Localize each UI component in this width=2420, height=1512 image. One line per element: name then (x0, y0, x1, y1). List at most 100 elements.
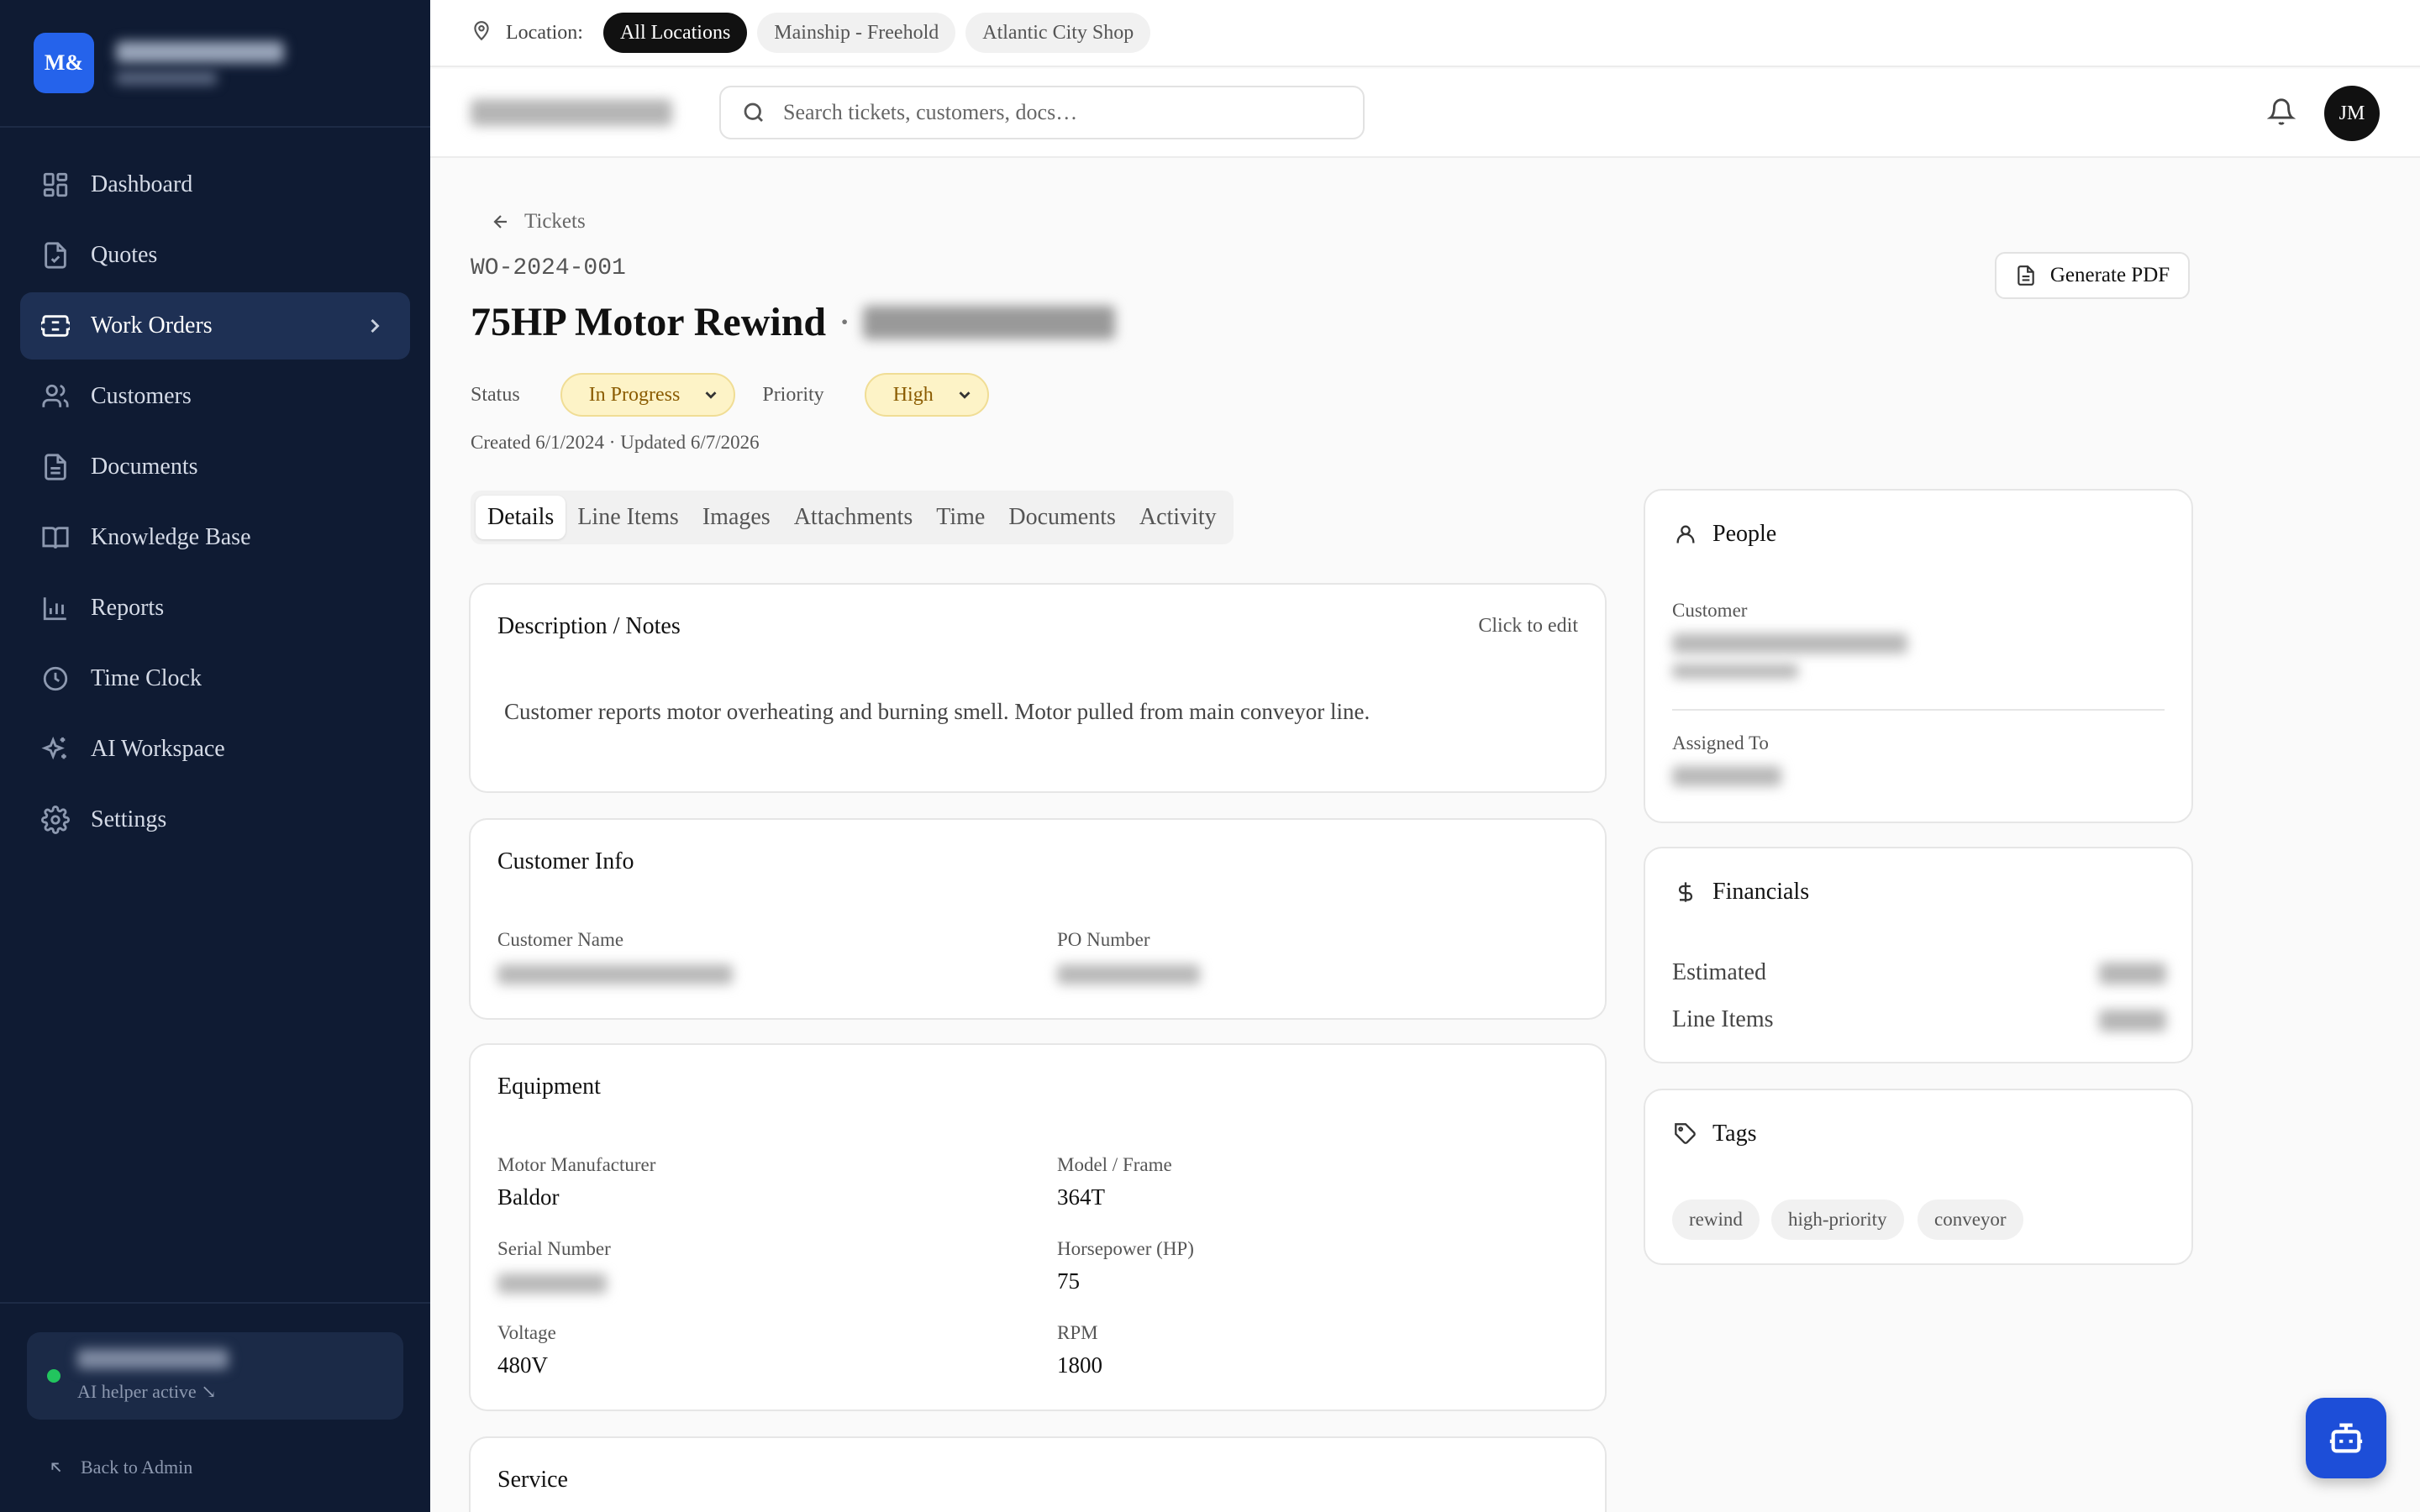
ticket-title: 75HP Motor Rewind (471, 300, 827, 344)
brand-name-redacted (116, 41, 284, 63)
people-title-label: People (1712, 521, 1777, 547)
bot-icon (2329, 1423, 2363, 1453)
tag-conveyor[interactable]: conveyor (1918, 1200, 2023, 1240)
horsepower-value: 75 (1057, 1268, 1080, 1294)
model-label: Model / Frame (1057, 1154, 1172, 1175)
company-name-redacted (471, 99, 672, 126)
sidebar-item-dashboard[interactable]: Dashboard (20, 151, 410, 218)
voltage-value: 480V (497, 1352, 548, 1378)
tags-card: Tags rewind high-priority conveyor (1644, 1089, 2193, 1265)
status-row: Status In Progress Priority High (471, 373, 1016, 417)
po-number-redacted (1057, 964, 1200, 984)
tags-title: Tags (1674, 1121, 1756, 1147)
customer-info-card: Customer Info Customer Name PO Number (469, 818, 1607, 1020)
back-to-admin-link[interactable]: Back to Admin (47, 1457, 192, 1478)
dollar-icon (1678, 882, 1693, 902)
line-items-label: Line Items (1672, 1006, 1774, 1032)
sidebar-item-work-orders[interactable]: Work Orders (20, 292, 410, 360)
priority-select[interactable]: High (864, 373, 989, 417)
tab-images[interactable]: Images (691, 496, 782, 539)
financials-title: Financials (1674, 879, 1809, 906)
people-customer-sub-redacted (1672, 664, 1798, 679)
tab-activity[interactable]: Activity (1128, 496, 1228, 539)
brand-logo[interactable]: M& (34, 33, 94, 93)
sidebar-footer: AI helper active ↘ Back to Admin (0, 1302, 430, 1512)
location-chip-all[interactable]: All Locations (602, 13, 748, 53)
quote-icon (40, 240, 71, 270)
sidebar-item-label: Customers (91, 383, 192, 409)
tag-high-priority[interactable]: high-priority (1771, 1200, 1904, 1240)
click-to-edit-link[interactable]: Click to edit (1478, 615, 1578, 638)
sidebar-item-label: AI Workspace (91, 736, 225, 762)
search-icon (744, 102, 763, 122)
priority-value: High (892, 383, 934, 406)
top-header: JM (430, 69, 2420, 158)
ticket-id: WO-2024-001 (471, 255, 626, 281)
sidebar-item-reports[interactable]: Reports (20, 575, 410, 642)
tab-details[interactable]: Details (476, 496, 566, 539)
rpm-label: RPM (1057, 1322, 1098, 1343)
sidebar-item-quotes[interactable]: Quotes (20, 222, 410, 289)
map-pin-icon (471, 20, 492, 46)
sidebar-item-label: Settings (91, 806, 167, 832)
tab-line-items[interactable]: Line Items (566, 496, 691, 539)
horsepower-label: Horsepower (HP) (1057, 1238, 1194, 1259)
tab-time[interactable]: Time (924, 496, 997, 539)
chevron-right-icon (363, 314, 387, 338)
brand-text (116, 41, 284, 85)
line-items-value-redacted (2099, 1010, 2166, 1032)
back-to-tickets-label: Tickets (524, 210, 586, 233)
title-separator: · (838, 300, 852, 344)
back-to-tickets-link[interactable]: Tickets (491, 210, 586, 234)
status-select[interactable]: In Progress (560, 373, 736, 417)
user-icon (1676, 525, 1695, 543)
tag-rewind[interactable]: rewind (1672, 1200, 1760, 1240)
customer-info-title: Customer Info (497, 848, 634, 874)
model-value: 364T (1057, 1184, 1105, 1210)
customer-name-label: Customer Name (497, 929, 624, 950)
location-chip-freehold[interactable]: Mainship - Freehold (757, 13, 956, 53)
back-to-admin-label: Back to Admin (81, 1457, 193, 1478)
sidebar-item-time-clock[interactable]: Time Clock (20, 645, 410, 712)
estimated-label: Estimated (1672, 959, 1766, 985)
sidebar-item-label: Documents (91, 454, 198, 480)
created-updated-text: Created 6/1/2024 · Updated 6/7/2026 (471, 432, 760, 453)
sparkles-icon (40, 734, 71, 764)
sidebar-item-settings[interactable]: Settings (20, 786, 410, 853)
search-input[interactable] (783, 100, 1338, 125)
ai-helper-status: AI helper active ↘ (77, 1381, 217, 1402)
sidebar-item-customers[interactable]: Customers (20, 363, 410, 430)
ai-assistant-button[interactable] (2306, 1398, 2386, 1478)
ticket-icon (40, 311, 71, 341)
online-status-dot (47, 1369, 60, 1383)
estimated-value-redacted (2099, 963, 2166, 984)
sidebar-item-documents[interactable]: Documents (20, 433, 410, 501)
user-avatar[interactable]: JM (2324, 86, 2380, 141)
sidebar-item-ai-workspace[interactable]: AI Workspace (20, 716, 410, 783)
manufacturer-value: Baldor (497, 1184, 560, 1210)
rpm-value: 1800 (1057, 1352, 1102, 1378)
document-icon (40, 452, 71, 482)
service-card: Service (469, 1436, 1607, 1512)
page-title: 75HP Motor Rewind · (471, 299, 1116, 345)
equipment-card: Equipment Motor Manufacturer Baldor Mode… (469, 1043, 1607, 1411)
financials-title-label: Financials (1712, 879, 1810, 905)
tab-attachments[interactable]: Attachments (782, 496, 925, 539)
people-divider (1672, 709, 2165, 711)
location-chip-atlantic-city[interactable]: Atlantic City Shop (965, 13, 1151, 53)
dashboard-icon (40, 170, 71, 200)
brand: M& (0, 0, 430, 128)
sidebar-item-label: Time Clock (91, 665, 202, 691)
voltage-label: Voltage (497, 1322, 556, 1343)
search-box[interactable] (719, 86, 1365, 139)
chart-icon (40, 593, 71, 623)
description-title: Description / Notes (497, 613, 681, 639)
assigned-to-label: Assigned To (1672, 732, 1769, 753)
description-text[interactable]: Customer reports motor overheating and b… (504, 699, 1370, 725)
ai-helper-card[interactable]: AI helper active ↘ (27, 1332, 403, 1420)
generate-pdf-button[interactable]: Generate PDF (1995, 252, 2190, 299)
tab-documents[interactable]: Documents (997, 496, 1128, 539)
book-icon (40, 522, 71, 553)
sidebar-item-knowledge-base[interactable]: Knowledge Base (20, 504, 410, 571)
notifications-bell-icon[interactable] (2266, 97, 2297, 128)
